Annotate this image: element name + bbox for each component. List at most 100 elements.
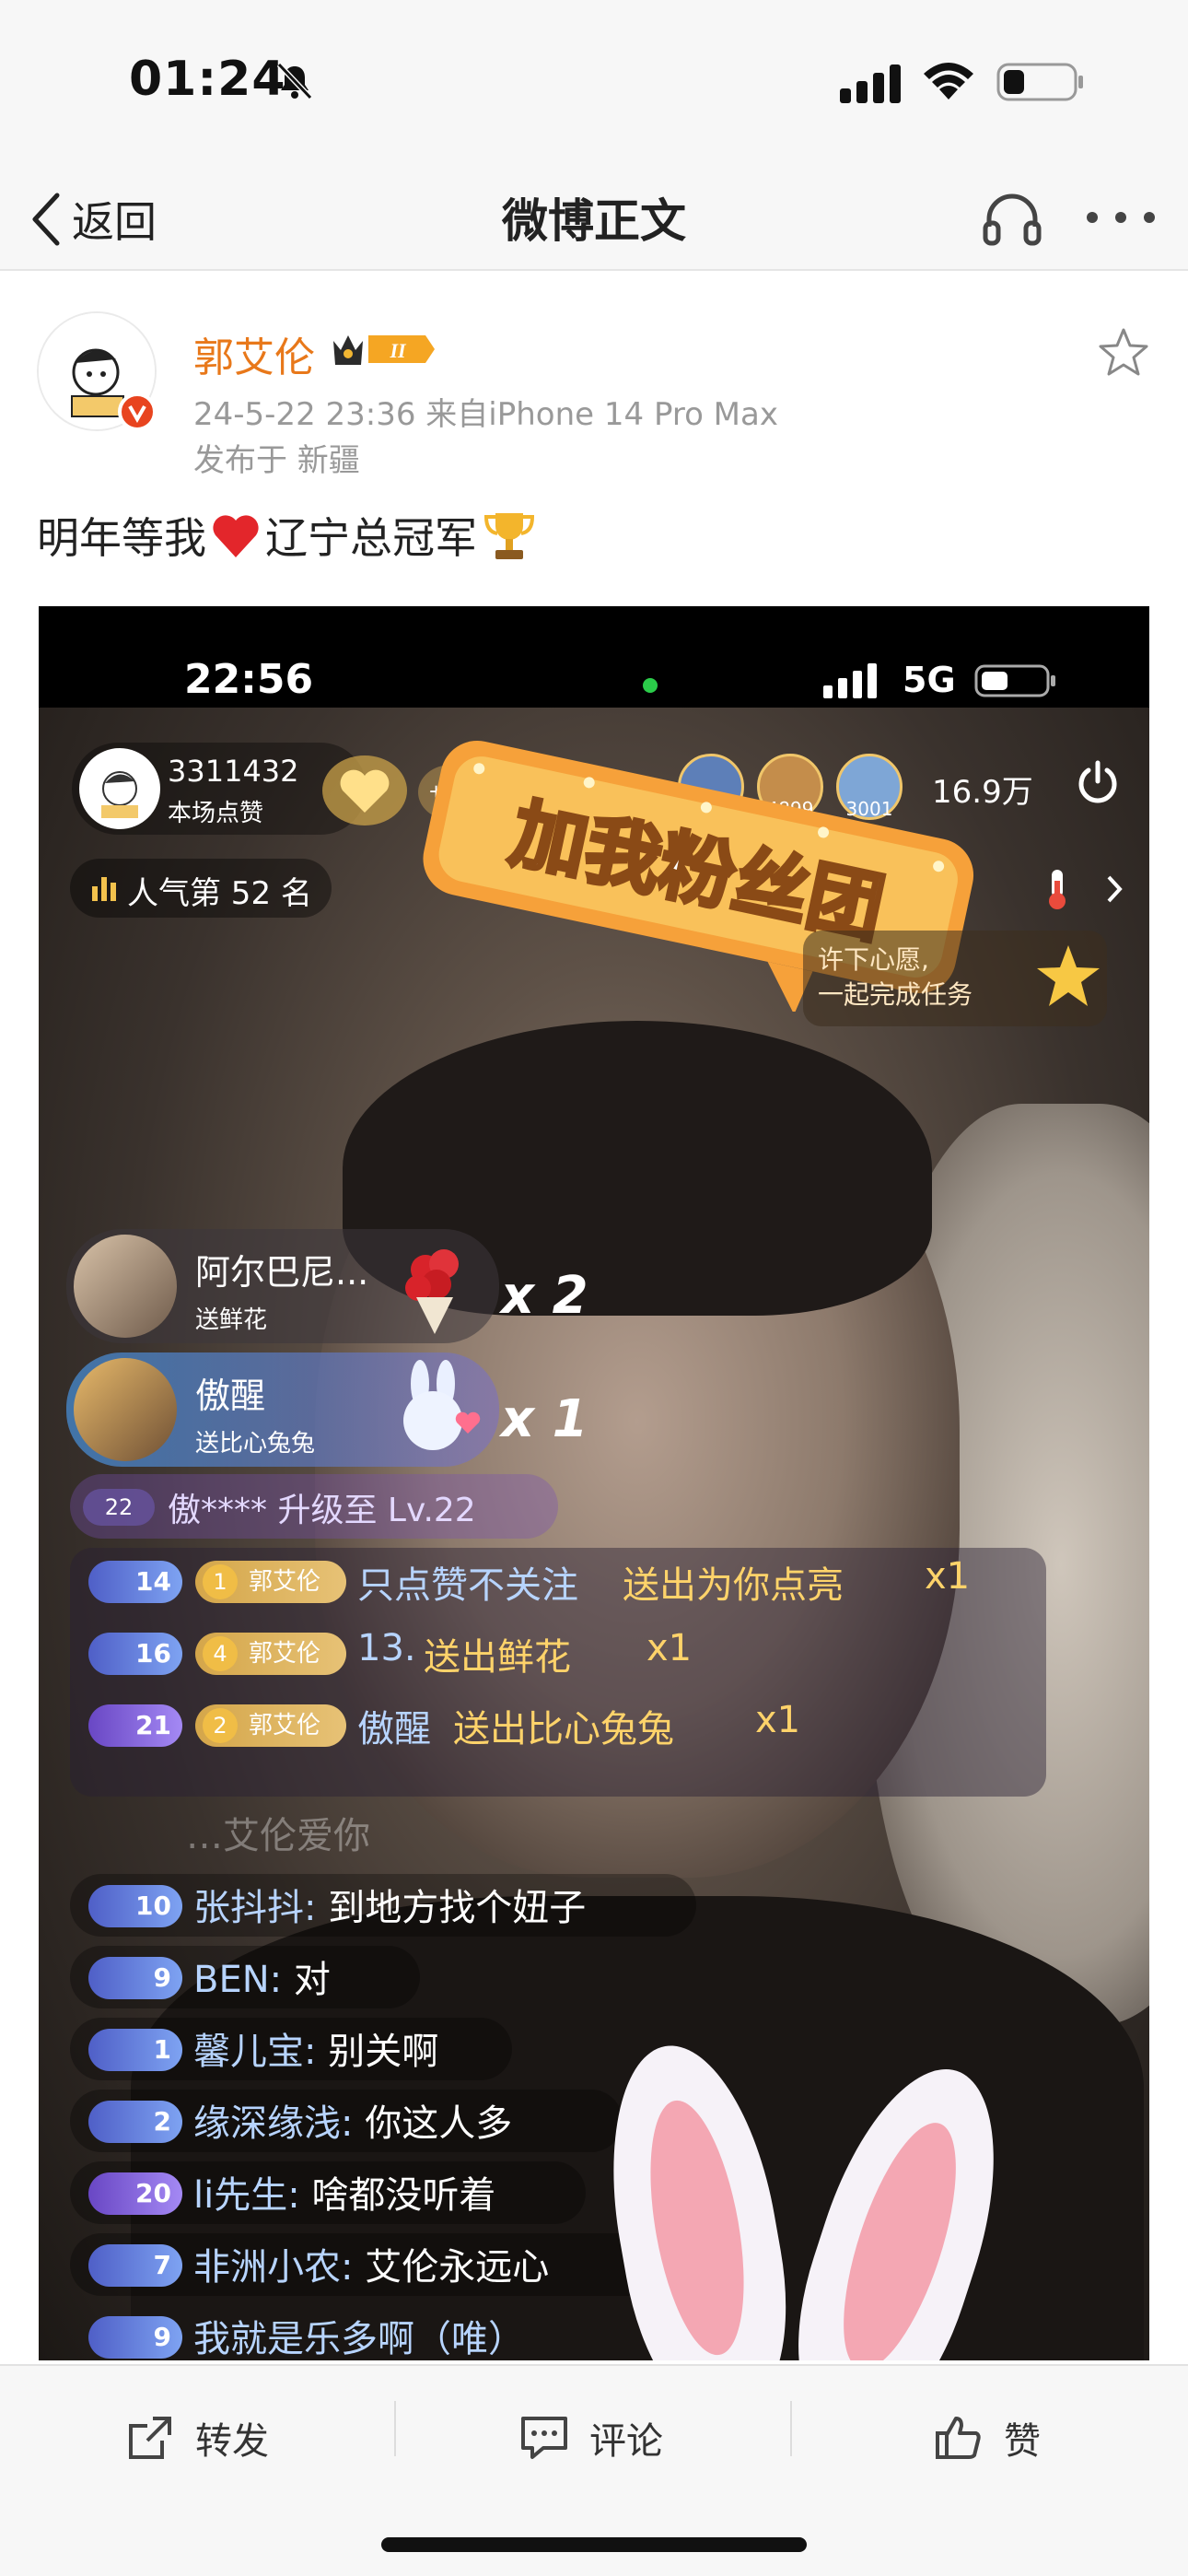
chat-message: 非洲小农: 艾伦永远心 bbox=[193, 2237, 549, 2290]
status-time: 01:24 bbox=[129, 52, 286, 107]
chat-user: 缘深缘浅: bbox=[193, 2102, 354, 2145]
gold-star-icon bbox=[1037, 945, 1100, 1006]
like-count-label: 本场点赞 bbox=[168, 800, 264, 827]
message-count: x1 bbox=[925, 1555, 971, 1598]
more-options-icon[interactable] bbox=[1083, 193, 1159, 241]
like-label: 赞 bbox=[1004, 2420, 1041, 2463]
chat-text: 你这人多 bbox=[365, 2102, 513, 2145]
rose-bouquet-icon bbox=[405, 1249, 459, 1334]
post-image-livestream[interactable]: 22:56 5G 3311432 本场点赞 + 6000 4899 3001 1… bbox=[39, 606, 1149, 2360]
navigation-bar: 返回 微博正文 bbox=[0, 166, 1188, 271]
toolbar-divider bbox=[394, 2401, 396, 2456]
level-badge-label: II bbox=[389, 339, 407, 362]
bunny-ear-inner bbox=[634, 2093, 761, 2360]
chat-user: BEN: bbox=[193, 1959, 283, 2001]
status-bar: 01:24 bbox=[0, 0, 1188, 166]
popularity-rank-text: 人气第 52 名 bbox=[127, 875, 312, 912]
comment-icon bbox=[521, 2417, 567, 2459]
verified-badge bbox=[118, 392, 157, 431]
chevron-right-icon[interactable] bbox=[1103, 873, 1125, 905]
message-action: 送出鲜花 bbox=[424, 1636, 571, 1679]
chat-level-badge: 7 bbox=[88, 2244, 182, 2287]
red-heart-emoji-icon bbox=[213, 515, 259, 557]
chat-message: BEN: 对 bbox=[193, 1950, 331, 2003]
chat-user: li先生: bbox=[193, 2174, 300, 2217]
toolbar-divider bbox=[790, 2401, 792, 2456]
fan-club-level: 1 bbox=[203, 1564, 238, 1599]
chat-level-badge: 9 bbox=[88, 2316, 182, 2359]
chat-level-badge: 2 bbox=[88, 2101, 182, 2143]
upgrade-level-badge: 22 bbox=[83, 1489, 155, 1526]
chat-user: 馨儿宝: bbox=[193, 2031, 317, 2073]
thermometer-icon[interactable] bbox=[1041, 866, 1074, 910]
home-indicator[interactable] bbox=[381, 2537, 807, 2552]
wish-task-line1: 许下心愿, bbox=[818, 944, 929, 975]
image-status-time: 22:56 bbox=[184, 656, 314, 703]
chat-text: 啥都没听着 bbox=[311, 2174, 496, 2217]
user-level-badge: 21 bbox=[88, 1704, 182, 1747]
gift-count-2: x 1 bbox=[501, 1389, 588, 1449]
cellular-signal-icon bbox=[840, 64, 901, 103]
gift-description-1: 送鲜花 bbox=[195, 1306, 268, 1334]
bunny-heart-gift-icon bbox=[403, 1360, 481, 1450]
chat-message: 我就是乐多啊（唯） bbox=[193, 2309, 525, 2360]
trophy-emoji-icon bbox=[483, 513, 535, 559]
chat-level-badge: 9 bbox=[88, 1957, 182, 1999]
member-crown-badge: II bbox=[333, 335, 435, 365]
gift-sender-avatar-2[interactable] bbox=[74, 1358, 177, 1461]
message-user: 13. bbox=[357, 1627, 416, 1669]
comment-label: 评论 bbox=[589, 2420, 663, 2463]
message-count: x1 bbox=[646, 1627, 693, 1669]
repost-label: 转发 bbox=[195, 2420, 269, 2463]
author-username[interactable]: 郭艾伦 bbox=[193, 324, 315, 383]
gift-count-1: x 2 bbox=[501, 1266, 588, 1326]
faded-chat-line: …艾伦爱你 bbox=[186, 1815, 370, 1857]
user-level-badge: 14 bbox=[88, 1561, 182, 1603]
chat-user: 我就是乐多啊（唯） bbox=[193, 2318, 525, 2360]
gift-sender-name-1: 阿尔巴尼... bbox=[195, 1252, 369, 1293]
power-icon[interactable] bbox=[1074, 759, 1122, 807]
bar-chart-icon bbox=[92, 877, 116, 901]
fan-club-level: 4 bbox=[203, 1636, 238, 1671]
star-icon[interactable] bbox=[1098, 326, 1149, 378]
message-user: 只点赞不关注 bbox=[357, 1564, 578, 1607]
message-user: 傲醒 bbox=[357, 1708, 431, 1751]
user-level-badge: 16 bbox=[88, 1633, 182, 1675]
wish-task-line2: 一起完成任务 bbox=[818, 979, 973, 1010]
chat-message: 张抖抖: 到地方找个妞子 bbox=[193, 1878, 586, 1931]
image-signal-icon bbox=[823, 663, 877, 698]
battery-icon bbox=[996, 63, 1083, 101]
chat-level-badge: 10 bbox=[88, 1885, 182, 1927]
chat-text: 到地方找个妞子 bbox=[328, 1887, 587, 1929]
chat-message: li先生: 啥都没听着 bbox=[193, 2165, 495, 2219]
post-timestamp-source: 24-5-22 23:36 来自iPhone 14 Pro Max bbox=[193, 396, 778, 433]
chat-user: 非洲小农: bbox=[193, 2246, 354, 2289]
image-battery-icon bbox=[974, 664, 1055, 697]
host-avatar bbox=[79, 748, 160, 829]
chat-level-badge: 20 bbox=[88, 2172, 182, 2215]
comment-button[interactable]: 评论 bbox=[519, 2401, 663, 2475]
post-text-part2: 辽宁总冠军 bbox=[265, 513, 477, 563]
message-action: 送出比心兔兔 bbox=[453, 1708, 674, 1751]
post-body: 明年等我 辽宁总冠军 bbox=[37, 505, 536, 566]
wifi-icon bbox=[924, 63, 973, 100]
gift-sender-avatar-1[interactable] bbox=[74, 1235, 177, 1338]
chat-user: 张抖抖: bbox=[193, 1887, 317, 1929]
post-location: 发布于 新疆 bbox=[193, 442, 360, 479]
upgrade-notice-text: 傲**** 升级至 Lv.22 bbox=[168, 1492, 476, 1529]
share-icon bbox=[129, 2417, 171, 2459]
bell-muted-icon bbox=[276, 62, 313, 100]
verified-v-icon bbox=[128, 405, 146, 424]
post-text-part1: 明年等我 bbox=[37, 513, 206, 563]
chat-level-badge: 1 bbox=[88, 2029, 182, 2071]
headphones-icon[interactable] bbox=[980, 186, 1044, 251]
chat-text: 艾伦永远心 bbox=[365, 2246, 550, 2289]
image-camera-indicator bbox=[643, 678, 658, 693]
fan-club-level: 2 bbox=[203, 1708, 238, 1743]
image-network-type: 5G bbox=[903, 660, 956, 700]
repost-button[interactable]: 转发 bbox=[125, 2401, 269, 2475]
like-button[interactable]: 赞 bbox=[934, 2401, 1041, 2475]
message-action: 送出为你点亮 bbox=[623, 1564, 844, 1607]
host-avatar-cartoon-icon bbox=[101, 771, 138, 818]
like-count: 3311432 bbox=[168, 754, 299, 789]
